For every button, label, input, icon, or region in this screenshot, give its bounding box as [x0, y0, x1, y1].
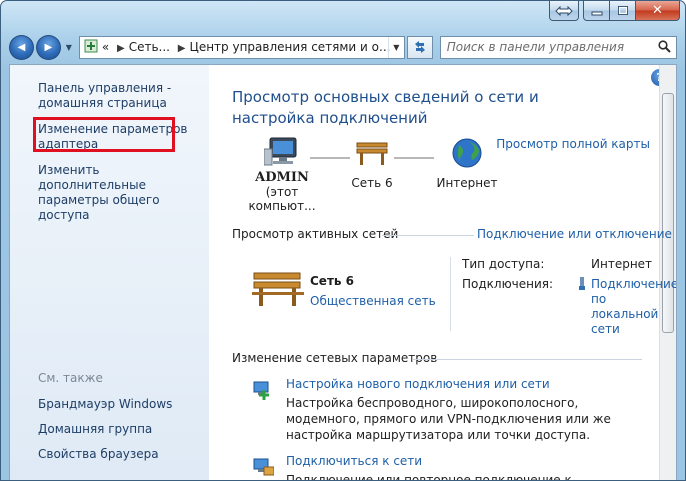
- globe-icon: [452, 138, 482, 168]
- page-title: Просмотр основных сведений о сети и наст…: [232, 88, 539, 127]
- ethernet-icon: [577, 277, 587, 294]
- address-crumb-network-center[interactable]: Центр управления сетями и о...: [190, 40, 391, 54]
- back-button[interactable]: ◀: [9, 34, 34, 60]
- address-overflow[interactable]: «: [102, 40, 109, 54]
- task-connect-to-network: Подключиться к сети Подключение или повт…: [232, 453, 676, 480]
- connect-to-network-description: Подключение или повторное подключение к …: [286, 473, 572, 480]
- minimize-icon: [591, 11, 602, 15]
- forward-arrow-icon: ▶: [44, 41, 53, 53]
- computer-icon: [263, 137, 297, 166]
- connections-label: Подключения:: [462, 277, 554, 291]
- snap-arrows-icon: [555, 5, 573, 16]
- connect-disconnect-link[interactable]: Подключение или отключение: [477, 227, 672, 241]
- connect-network-icon: [253, 458, 274, 476]
- snap-button[interactable]: [549, 1, 579, 21]
- map-network-label: Сеть 6: [351, 176, 393, 190]
- sidebar-item-firewall[interactable]: Брандмауэр Windows: [10, 395, 209, 414]
- sidebar: Панель управления - домашняя страница Из…: [10, 65, 209, 480]
- active-network: Сеть 6 Общественная сеть Тип доступа: Ин…: [232, 251, 676, 351]
- main-panel: ? Просмотр основных сведений о сети и на…: [209, 65, 676, 480]
- active-networks-header: Просмотр активных сетей Подключение или …: [232, 227, 676, 243]
- chevron-right-icon[interactable]: ▶: [174, 43, 190, 54]
- divider: [382, 235, 474, 236]
- local-connection-link[interactable]: Подключение по локальной сети: [591, 277, 676, 337]
- access-type-value: Интернет: [591, 257, 653, 271]
- back-arrow-icon: ◀: [17, 41, 26, 53]
- recent-pages-dropdown[interactable]: ▼: [63, 43, 75, 52]
- access-type-label: Тип доступа:: [462, 257, 545, 271]
- address-bar[interactable]: « ▶ Сеть... ▶ Центр управления сетями и о.…: [78, 35, 405, 59]
- change-settings-title: Изменение сетевых параметров: [232, 351, 438, 365]
- divider: [412, 359, 642, 360]
- network-map: ADMIN (этот компьют... Сеть 6 Интернет: [232, 137, 662, 213]
- caption-buttons: ✕: [549, 1, 680, 21]
- sidebar-item-control-panel-home[interactable]: Панель управления - домашняя страница: [10, 79, 209, 113]
- network-center-icon: [80, 39, 102, 56]
- control-panel-window: ✕ ◀ ▶ ▼ « ▶ Сеть... ▶ Центр управления сет…: [0, 0, 686, 481]
- new-connection-link[interactable]: Настройка нового подключения или сети: [286, 376, 676, 392]
- computer-name: ADMIN: [255, 170, 309, 185]
- refresh-button[interactable]: [406, 35, 433, 59]
- sidebar-item-homegroup[interactable]: Домашняя группа: [10, 420, 209, 439]
- search-icon[interactable]: [658, 39, 671, 57]
- task-new-connection: Настройка нового подключения или сети На…: [232, 376, 676, 443]
- network-name: Сеть 6: [310, 274, 355, 288]
- maximize-icon: [617, 6, 628, 15]
- address-crumb-network[interactable]: Сеть...: [129, 40, 170, 54]
- map-node-computer[interactable]: ADMIN (этот компьют...: [232, 137, 332, 213]
- maximize-button[interactable]: [610, 1, 636, 21]
- sidebar-item-browser-properties[interactable]: Свойства браузера: [10, 445, 209, 464]
- minimize-button[interactable]: [583, 1, 610, 21]
- bench-icon: [356, 142, 388, 165]
- chevron-right-icon[interactable]: ▶: [113, 43, 129, 54]
- highlight-box: [33, 117, 175, 152]
- active-networks-title: Просмотр активных сетей: [232, 227, 399, 241]
- change-settings-header: Изменение сетевых параметров: [232, 351, 676, 367]
- new-connection-icon: [253, 381, 269, 400]
- address-dropdown-button[interactable]: ▼: [387, 36, 404, 58]
- computer-subtitle: (этот компьют...: [248, 185, 316, 213]
- search-input[interactable]: [440, 36, 651, 58]
- sidebar-item-advanced-sharing[interactable]: Изменить дополнительные параметры общего…: [10, 161, 209, 225]
- content-area: Панель управления - домашняя страница Из…: [9, 64, 677, 480]
- forward-button[interactable]: ▶: [35, 34, 61, 60]
- map-internet-label: Интернет: [436, 176, 498, 190]
- refresh-icon: [414, 41, 425, 53]
- map-node-internet[interactable]: Интернет: [427, 137, 507, 190]
- map-node-network[interactable]: Сеть 6: [342, 137, 402, 190]
- sidebar-item-change-adapter-settings[interactable]: Изменение параметров адаптера: [10, 117, 209, 154]
- network-type-link[interactable]: Общественная сеть: [310, 294, 436, 308]
- close-button[interactable]: ✕: [636, 1, 680, 21]
- public-network-bench-icon: [252, 272, 304, 306]
- see-also-title: См. также: [38, 371, 103, 385]
- close-icon: ✕: [652, 3, 663, 18]
- new-connection-description: Настройка беспроводного, широкополосного…: [286, 396, 611, 442]
- address-path: « ▶ Сеть... ▶ Центр управления сетями и о.…: [102, 40, 391, 54]
- see-also-section: См. также Брандмауэр Windows Домашняя гр…: [10, 371, 209, 470]
- connect-to-network-link[interactable]: Подключиться к сети: [286, 453, 676, 469]
- divider: [450, 257, 451, 331]
- navigation-bar: ◀ ▶ ▼ « ▶ Сеть... ▶ Центр управления сетям…: [9, 33, 677, 61]
- search-box[interactable]: [439, 35, 677, 59]
